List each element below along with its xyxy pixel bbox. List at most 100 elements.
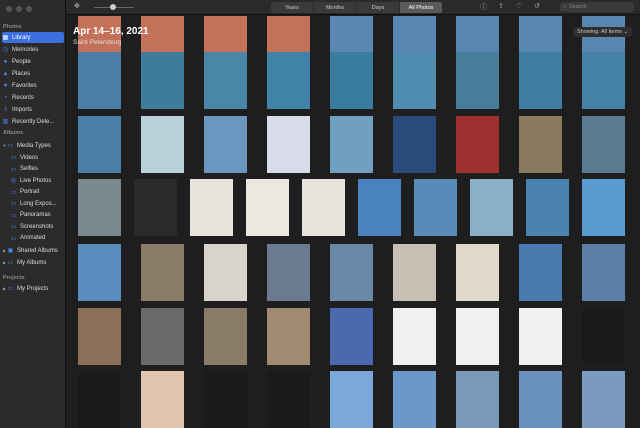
photo-thumbnail[interactable] [141, 371, 184, 428]
photo-thumbnail[interactable] [330, 52, 373, 109]
photo-thumbnail[interactable] [204, 244, 247, 301]
photo-thumbnail[interactable] [78, 244, 121, 301]
sidebar-item-portrait[interactable]: ▭ Portrait [2, 187, 64, 198]
photo-thumbnail[interactable] [141, 116, 184, 173]
photo-thumbnail[interactable] [267, 116, 310, 173]
places-icon: ▲ [2, 70, 9, 77]
zoom-window-button[interactable] [26, 6, 32, 12]
photo-thumbnail[interactable] [190, 179, 233, 236]
sidebar-item-label: Media Types [17, 142, 51, 149]
rotate-icon[interactable]: ✥ [74, 2, 80, 10]
sidebar-item-shared-albums[interactable]: ▶ ▣ Shared Albums [2, 245, 64, 256]
photo-thumbnail[interactable] [330, 371, 373, 428]
photo-thumbnail[interactable] [141, 52, 184, 109]
sidebar-item-videos[interactable]: ▭ Videos [2, 152, 64, 163]
tab-all-photos[interactable]: All Photos [400, 2, 443, 13]
sidebar-item-my-projects[interactable]: ▶ ▭ My Projects [2, 283, 64, 294]
photo-thumbnail[interactable] [134, 179, 177, 236]
sidebar-item-imports[interactable]: ⇩ Imports [2, 104, 64, 115]
photo-thumbnail[interactable] [456, 308, 499, 365]
sidebar-item-selfies[interactable]: ▭ Selfies [2, 164, 64, 175]
close-window-button[interactable] [6, 6, 12, 12]
search-field[interactable]: ⌕ Search [560, 2, 634, 12]
photo-thumbnail[interactable] [582, 52, 625, 109]
info-icon[interactable]: ⓘ [480, 2, 487, 12]
sidebar-item-library[interactable]: ▦ Library [2, 32, 64, 43]
photo-thumbnail[interactable] [78, 308, 121, 365]
favorite-icon[interactable]: ♡ [516, 2, 522, 10]
photo-thumbnail[interactable] [204, 371, 247, 428]
photo-thumbnail[interactable] [456, 244, 499, 301]
photo-thumbnail[interactable] [330, 244, 373, 301]
photo-thumbnail[interactable] [526, 179, 569, 236]
photo-thumbnail[interactable] [78, 179, 121, 236]
photo-thumbnail[interactable] [267, 371, 310, 428]
photo-thumbnail[interactable] [330, 308, 373, 365]
sidebar-item-favorites[interactable]: ♥ Favorites [2, 80, 64, 91]
photo-thumbnail[interactable] [456, 116, 499, 173]
sidebar-item-my-albums[interactable]: ▶ ▭ My Albums [2, 257, 64, 268]
photo-thumbnail[interactable] [582, 179, 625, 236]
photo-thumbnail[interactable] [358, 179, 401, 236]
photo-thumbnail[interactable] [519, 52, 562, 109]
photo-thumbnail[interactable] [519, 244, 562, 301]
sidebar-item-people[interactable]: ● People [2, 56, 64, 67]
share-icon[interactable]: ⇪ [498, 2, 504, 10]
photo-thumbnail[interactable] [582, 244, 625, 301]
sidebar-item-label: Library [12, 34, 31, 41]
tab-days[interactable]: Days [357, 2, 400, 13]
photo-thumbnail[interactable] [246, 179, 289, 236]
sidebar-item-live-photos[interactable]: ◎ Live Photos [2, 175, 64, 186]
photo-thumbnail[interactable] [582, 371, 625, 428]
photo-thumbnail[interactable] [393, 308, 436, 365]
sidebar-item-panoramas[interactable]: ▭ Panoramas [2, 210, 64, 221]
photo-thumbnail[interactable] [267, 308, 310, 365]
photo-thumbnail[interactable] [141, 308, 184, 365]
photo-thumbnail[interactable] [302, 179, 345, 236]
tab-months[interactable]: Months [314, 2, 357, 13]
photo-thumbnail[interactable] [519, 116, 562, 173]
sidebar-item-recently-dele[interactable]: ▥ Recently Dele... [2, 116, 64, 127]
sidebar-item-animated[interactable]: ▭ Animated [2, 233, 64, 244]
photo-thumbnail[interactable] [393, 52, 436, 109]
zoom-slider-knob[interactable] [110, 4, 116, 10]
minimize-window-button[interactable] [16, 6, 22, 12]
photo-thumbnail[interactable] [78, 52, 121, 109]
panorama-icon: ▭ [10, 212, 17, 219]
photo-thumbnail[interactable] [78, 116, 121, 173]
photo-thumbnail[interactable] [267, 52, 310, 109]
tab-years[interactable]: Years [271, 2, 314, 13]
photo-thumbnail[interactable] [519, 308, 562, 365]
sidebar-item-places[interactable]: ▲ Places [2, 68, 64, 79]
sidebar-item-label: Shared Albums [17, 247, 58, 254]
sidebar-item-media-types[interactable]: ▼ ▭ Media Types [2, 140, 64, 151]
photo-thumbnail[interactable] [456, 52, 499, 109]
photo-thumbnail[interactable] [267, 244, 310, 301]
sidebar-item-memories[interactable]: ◷ Memories [2, 44, 64, 55]
showing-filter-dropdown[interactable]: Showing: All Items ⌄ [573, 27, 633, 37]
photo-thumbnail[interactable] [78, 371, 121, 428]
photo-thumbnail[interactable] [456, 371, 499, 428]
sidebar-item-screenshots[interactable]: ▭ Screenshots [2, 221, 64, 232]
photo-thumbnail[interactable] [582, 116, 625, 173]
photo-thumbnail[interactable] [470, 179, 513, 236]
photo-thumbnail[interactable] [204, 52, 247, 109]
photo-thumbnail[interactable] [204, 308, 247, 365]
photo-thumbnail[interactable] [141, 244, 184, 301]
location-label[interactable]: Saint Petersburg [73, 39, 121, 46]
photo-thumbnail[interactable] [582, 308, 625, 365]
photo-thumbnail[interactable] [393, 116, 436, 173]
photo-thumbnail[interactable] [204, 116, 247, 173]
sidebar-item-long-expos[interactable]: ▭ Long Expos... [2, 198, 64, 209]
rotate-left-icon[interactable]: ↺ [534, 2, 540, 10]
toolbar: ✥ Years Months Days All Photos ⓘ ⇪ ♡ ↺ ⌕ Se… [66, 0, 640, 15]
photo-thumbnail[interactable] [330, 116, 373, 173]
sidebar-item-label: My Albums [17, 259, 47, 266]
photo-thumbnail[interactable] [414, 179, 457, 236]
photo-thumbnail[interactable] [393, 371, 436, 428]
sidebar-item-recents[interactable]: ◔ Recents [2, 92, 64, 103]
folder-icon: ▭ [7, 143, 14, 149]
view-segmented-control: Years Months Days All Photos [271, 2, 443, 13]
photo-thumbnail[interactable] [519, 371, 562, 428]
photo-thumbnail[interactable] [393, 244, 436, 301]
